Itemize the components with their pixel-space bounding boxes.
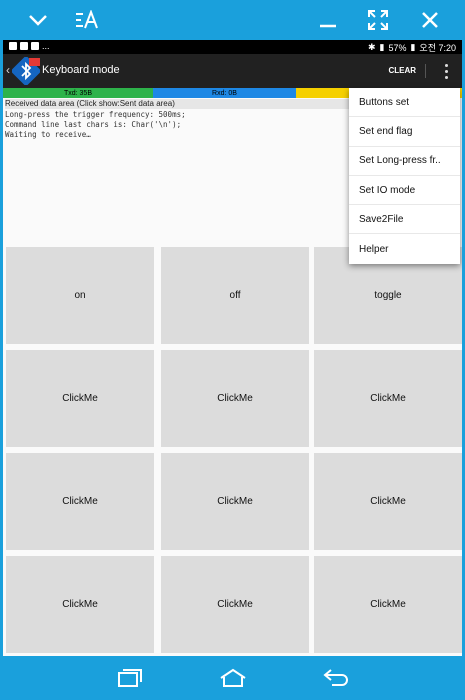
status-bar: ... ✱ ▮ 57% ▮ 오전 7:20 — [3, 40, 462, 54]
battery-icon: ▮ — [410, 42, 416, 52]
menu-item-buttons-set[interactable]: Buttons set — [349, 88, 460, 118]
grid-button-on[interactable]: on — [6, 247, 154, 344]
grid-button[interactable]: ClickMe — [161, 350, 309, 447]
page-title: Keyboard mode — [42, 64, 120, 76]
more-options-icon[interactable] — [442, 62, 450, 80]
gallery-icon — [31, 42, 39, 50]
navigation-bar — [0, 656, 465, 700]
back-arrow-icon[interactable]: ‹ — [6, 63, 10, 77]
menu-item-set-end-flag[interactable]: Set end flag — [349, 117, 460, 147]
bluetooth-icon: ✱ — [367, 42, 376, 52]
divider — [425, 64, 426, 78]
grid-button-off[interactable]: off — [161, 247, 309, 344]
text-size-icon[interactable] — [68, 0, 108, 40]
notification-icon — [9, 42, 17, 50]
signal-icon: ▮ — [379, 42, 385, 52]
rxd-counter: Rxd: 0B — [153, 88, 296, 98]
grid-button[interactable]: ClickMe — [314, 556, 462, 653]
overflow-menu: Buttons set Set end flag Set Long-press … — [349, 88, 460, 264]
menu-item-helper[interactable]: Helper — [349, 234, 460, 263]
grid-button[interactable]: ClickMe — [314, 453, 462, 550]
battery-percent: 57% — [388, 42, 407, 53]
clear-button[interactable]: CLEAR — [388, 66, 416, 75]
clock: 오전 7:20 — [419, 43, 456, 53]
status-overflow: ... — [42, 41, 50, 51]
image-icon — [20, 42, 28, 50]
fullscreen-icon[interactable] — [358, 0, 398, 40]
app-bar: ‹ Keyboard mode CLEAR — [3, 54, 462, 88]
back-icon[interactable] — [306, 656, 366, 700]
grid-button[interactable]: ClickMe — [6, 350, 154, 447]
grid-button[interactable]: ClickMe — [161, 556, 309, 653]
menu-item-set-long-press[interactable]: Set Long-press fr.. — [349, 147, 460, 176]
window-title-bar — [0, 0, 465, 40]
app-logo-icon — [12, 57, 40, 85]
menu-item-set-io-mode[interactable]: Set IO mode — [349, 176, 460, 206]
grid-button[interactable]: ClickMe — [6, 453, 154, 550]
grid-button[interactable]: ClickMe — [161, 453, 309, 550]
home-icon[interactable] — [203, 656, 263, 700]
menu-item-save2file[interactable]: Save2File — [349, 205, 460, 235]
phone-screen: ... ✱ ▮ 57% ▮ 오전 7:20 ‹ Keyboard mode CL… — [3, 40, 462, 656]
grid-button[interactable]: ClickMe — [314, 350, 462, 447]
txd-counter: Txd: 35B — [3, 88, 153, 98]
chevron-down-icon[interactable] — [18, 0, 58, 40]
minimize-icon[interactable] — [308, 0, 348, 40]
recent-apps-icon[interactable] — [100, 656, 160, 700]
grid-button[interactable]: ClickMe — [6, 556, 154, 653]
close-icon[interactable] — [410, 0, 450, 40]
